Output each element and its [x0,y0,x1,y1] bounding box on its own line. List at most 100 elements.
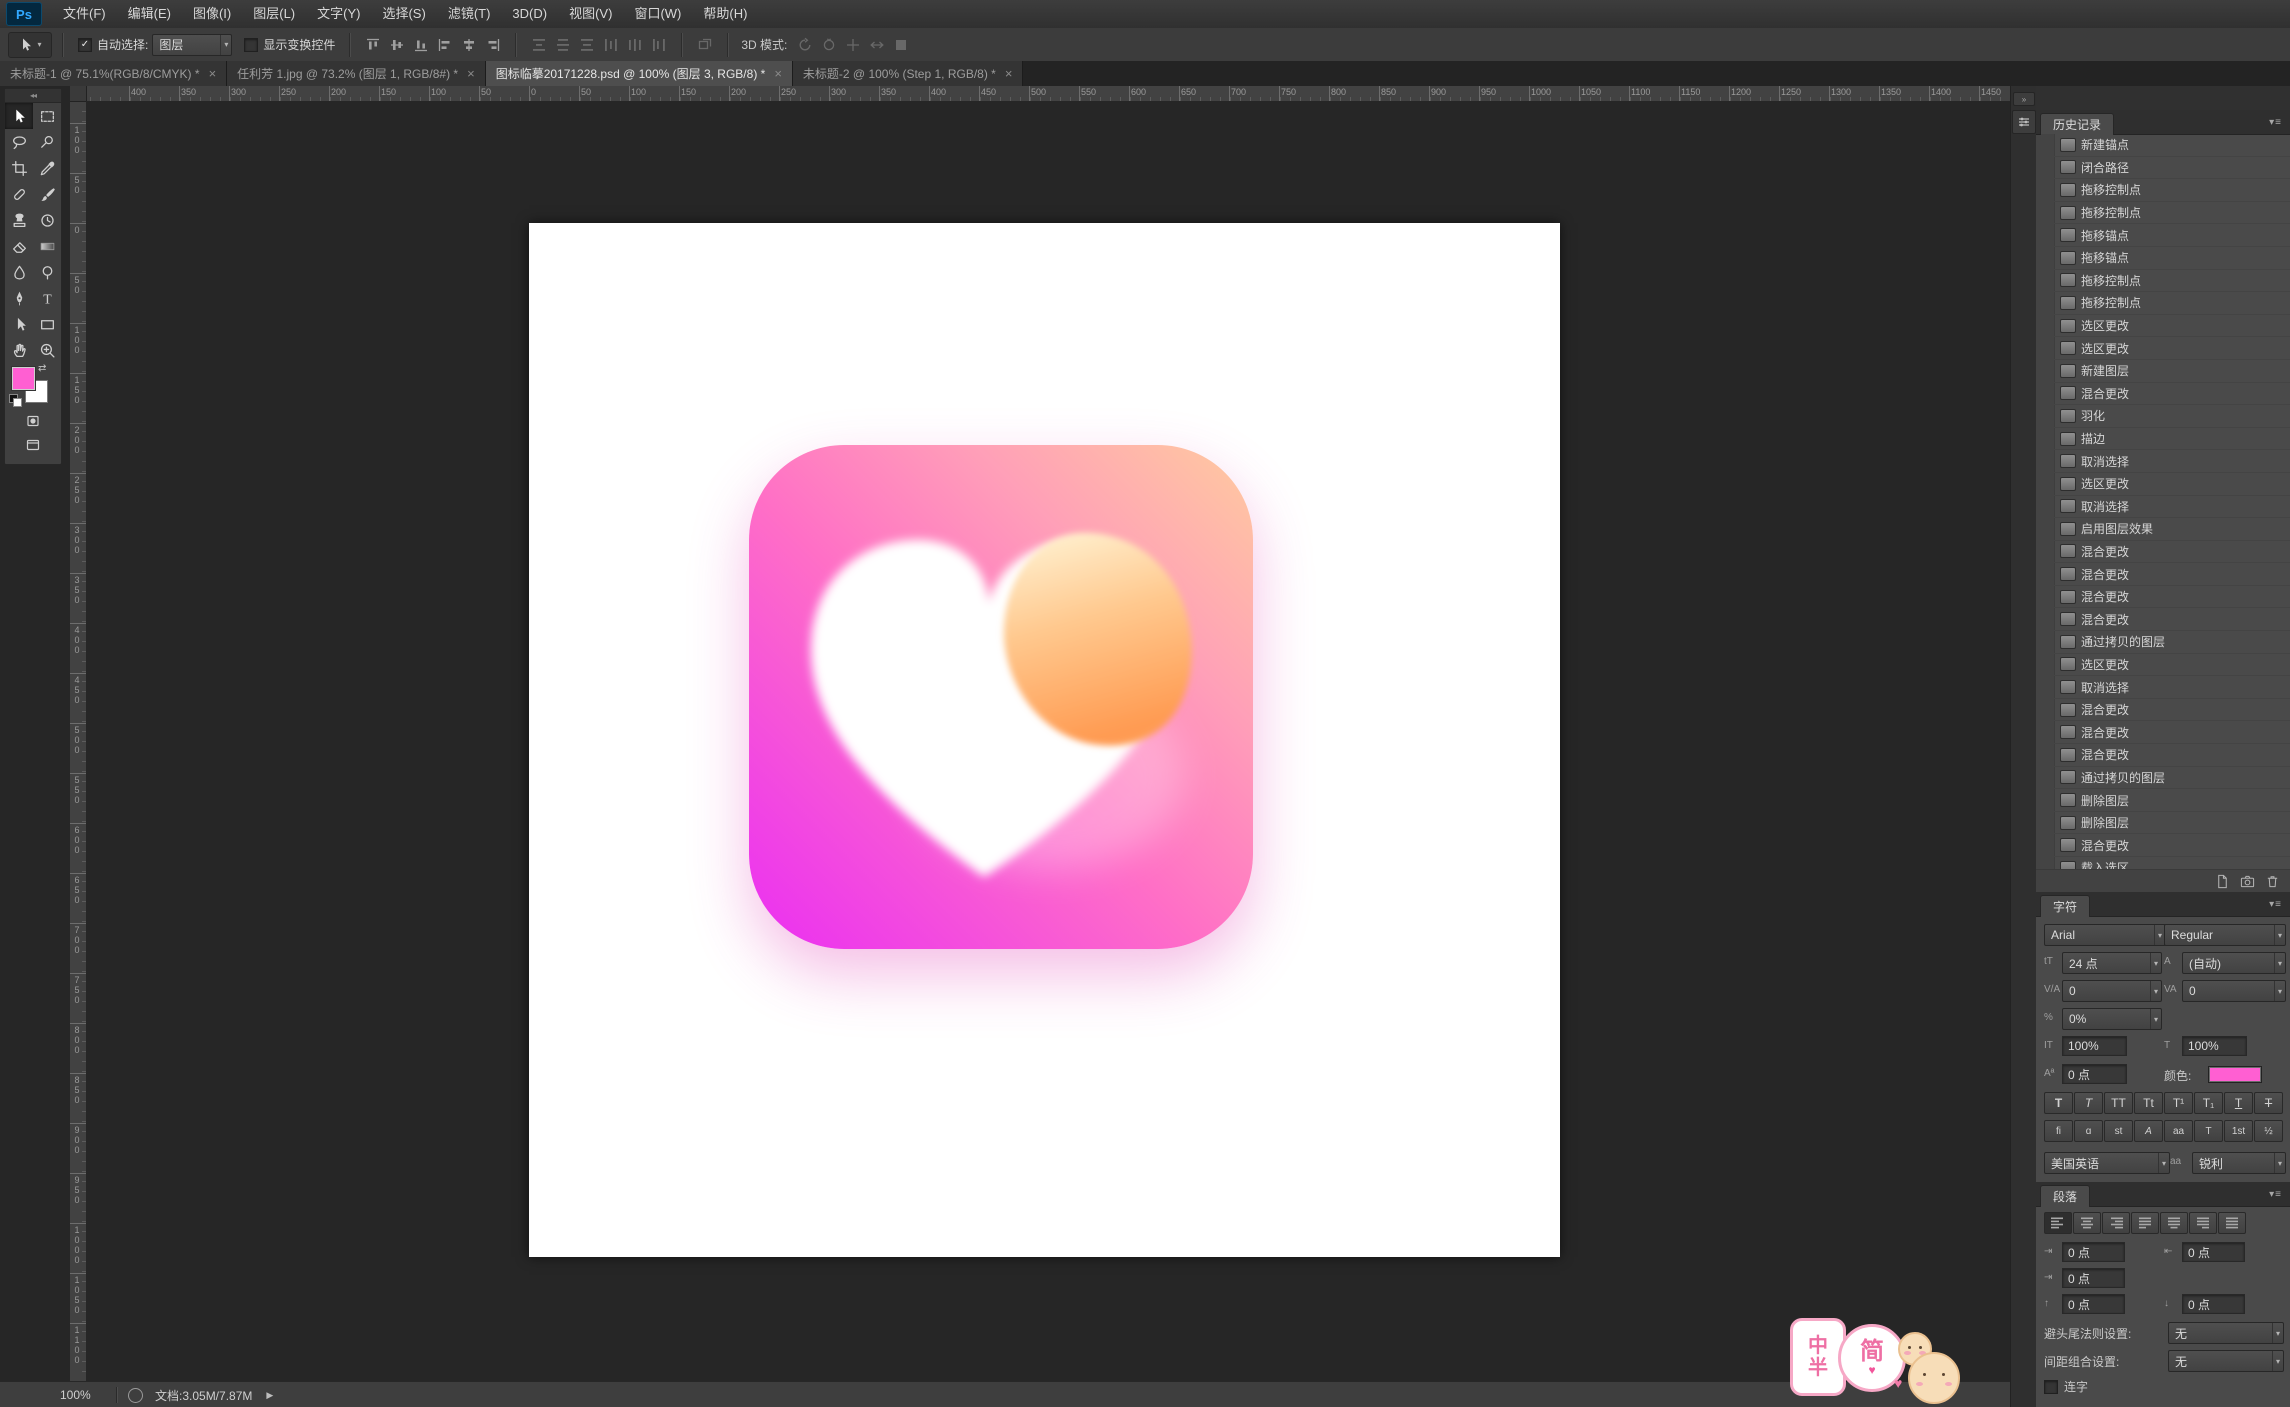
history-brush-source-well[interactable] [2036,811,2055,834]
menu-item[interactable]: 编辑(E) [117,0,182,28]
document-tab[interactable]: 任利芳 1.jpg @ 73.2% (图层 1, RGB/8#) * × [227,61,486,86]
history-row[interactable]: 选区更改 [2036,653,2290,677]
quick-mask-button[interactable] [5,409,61,433]
rectangular-marquee-tool[interactable] [33,103,61,129]
tab-paragraph[interactable]: 段落 [2040,1185,2091,1207]
spot-healing-brush-tool[interactable] [5,181,33,207]
distribute-left-edges-icon[interactable] [599,33,623,57]
all-caps-button[interactable]: TT [2104,1092,2133,1114]
menu-item[interactable]: 滤镜(T) [437,0,502,28]
kinsoku-dropdown[interactable]: 无 ▾ [2168,1322,2284,1344]
history-row[interactable]: 混合更改 [2036,834,2290,857]
strikethrough-button[interactable]: T [2254,1092,2283,1114]
hyphenate-checkbox[interactable] [2044,1379,2058,1394]
ordinals-button[interactable]: 1st [2224,1120,2253,1142]
align-right-button[interactable] [2102,1212,2130,1234]
leading-dropdown[interactable]: (自动) ▾ [2182,952,2286,974]
roll-3d-icon[interactable] [817,33,841,57]
history-row[interactable]: 混合更改 [2036,608,2290,632]
proportional-spacing-dropdown[interactable]: 0% ▾ [2062,1008,2162,1030]
text-color-swatch[interactable] [2208,1066,2262,1083]
zoom-level-field[interactable]: 100% [60,1388,106,1402]
adjustments-panel-icon[interactable] [2012,110,2036,134]
tab-close-icon[interactable]: × [209,67,217,80]
rectangle-shape-tool[interactable] [33,311,61,337]
auto-select-target-dropdown[interactable]: 图层 ▾ [152,33,233,56]
document-canvas[interactable] [529,223,1560,1257]
align-center-button[interactable] [2073,1212,2101,1234]
history-row[interactable]: 描边 [2036,427,2290,451]
align-horizontal-centers-icon[interactable] [457,33,481,57]
kerning-dropdown[interactable]: 0 ▾ [2062,980,2162,1002]
fractions-button[interactable]: ½ [2254,1120,2283,1142]
swash-button[interactable]: A [2134,1120,2163,1142]
panel-menu-icon[interactable]: ▾≡ [2269,899,2282,910]
history-brush-source-well[interactable] [2036,314,2055,337]
history-brush-source-well[interactable] [2036,857,2055,869]
history-row[interactable]: 取消选择 [2036,450,2290,473]
baseline-shift-field[interactable]: 0 点 [2062,1064,2127,1084]
history-brush-source-well[interactable] [2036,834,2055,856]
dodge-tool[interactable] [33,259,61,285]
history-row[interactable]: 选区更改 [2036,472,2290,496]
document-tab[interactable]: 未标题-1 @ 75.1%(RGB/8/CMYK) * × [0,61,228,86]
menu-item[interactable]: 图像(I) [182,0,242,28]
history-brush-source-well[interactable] [2036,201,2055,224]
swap-colors-icon[interactable]: ⇄ [38,363,46,374]
history-row[interactable]: 闭合路径 [2036,156,2290,180]
history-brush-source-well[interactable] [2036,563,2055,585]
menu-item[interactable]: 视图(V) [558,0,623,28]
history-brush-source-well[interactable] [2036,337,2055,359]
history-row[interactable]: 拖移控制点 [2036,292,2290,315]
align-bottom-edges-icon[interactable] [409,33,433,57]
menu-item[interactable]: 帮助(H) [692,0,758,28]
auto-align-layers-icon[interactable] [693,33,717,57]
tab-close-icon[interactable]: × [774,67,782,80]
align-left-button[interactable] [2044,1212,2072,1234]
orbit-3d-icon[interactable] [793,33,817,57]
history-brush-source-well[interactable] [2036,789,2055,811]
subscript-button[interactable]: T₁ [2194,1092,2223,1114]
document-tab[interactable]: 图标临摹20171228.psd @ 100% (图层 3, RGB/8) * … [485,61,793,86]
ligatures-button[interactable]: fi [2044,1120,2073,1142]
history-brush-source-well[interactable] [2036,156,2055,179]
stylistic-alternates-button[interactable]: aa [2164,1120,2193,1142]
canvas-area[interactable] [86,101,2010,1381]
align-right-edges-icon[interactable] [481,33,505,57]
status-menu-button[interactable]: ▶ [266,1390,273,1401]
history-row[interactable]: 选区更改 [2036,337,2290,360]
drag-3d-icon[interactable] [841,33,865,57]
indent-left-field[interactable]: 0 点 [2062,1242,2125,1262]
distribute-horizontal-centers-icon[interactable] [623,33,647,57]
history-row[interactable]: 新建图层 [2036,359,2290,383]
space-after-field[interactable]: 0 点 [2182,1294,2245,1314]
history-brush-source-well[interactable] [2036,698,2055,721]
history-brush-source-well[interactable] [2036,721,2055,744]
history-row[interactable]: 载入选区 [2036,857,2290,869]
history-brush-source-well[interactable] [2036,585,2055,608]
pen-tool[interactable] [5,285,33,311]
history-brush-source-well[interactable] [2036,269,2055,292]
scale-3d-icon[interactable] [889,33,913,57]
history-row[interactable]: 拖移控制点 [2036,269,2290,293]
expand-dock-icon[interactable]: » [2013,92,2035,106]
tab-close-icon[interactable]: × [467,67,475,80]
menu-item[interactable]: 选择(S) [371,0,436,28]
history-row[interactable]: 启用图层效果 [2036,518,2290,541]
history-brush-source-well[interactable] [2036,744,2055,766]
history-row[interactable]: 混合更改 [2036,721,2290,745]
history-row[interactable]: 新建锚点 [2036,134,2290,157]
justify-all-button[interactable] [2218,1212,2246,1234]
tracking-dropdown[interactable]: 0 ▾ [2182,980,2286,1002]
faux-italic-button[interactable]: T [2074,1092,2103,1114]
indent-right-field[interactable]: 0 点 [2182,1242,2245,1262]
lasso-tool[interactable] [5,129,33,155]
mojikumi-dropdown[interactable]: 无 ▾ [2168,1350,2284,1372]
history-row[interactable]: 混合更改 [2036,563,2290,586]
history-brush-source-well[interactable] [2036,518,2055,540]
history-brush-tool[interactable] [33,207,61,233]
history-row[interactable]: 通过拷贝的图层 [2036,631,2290,654]
distribute-vertical-centers-icon[interactable] [551,33,575,57]
history-row[interactable]: 删除图层 [2036,811,2290,835]
history-row[interactable]: 拖移锚点 [2036,224,2290,247]
